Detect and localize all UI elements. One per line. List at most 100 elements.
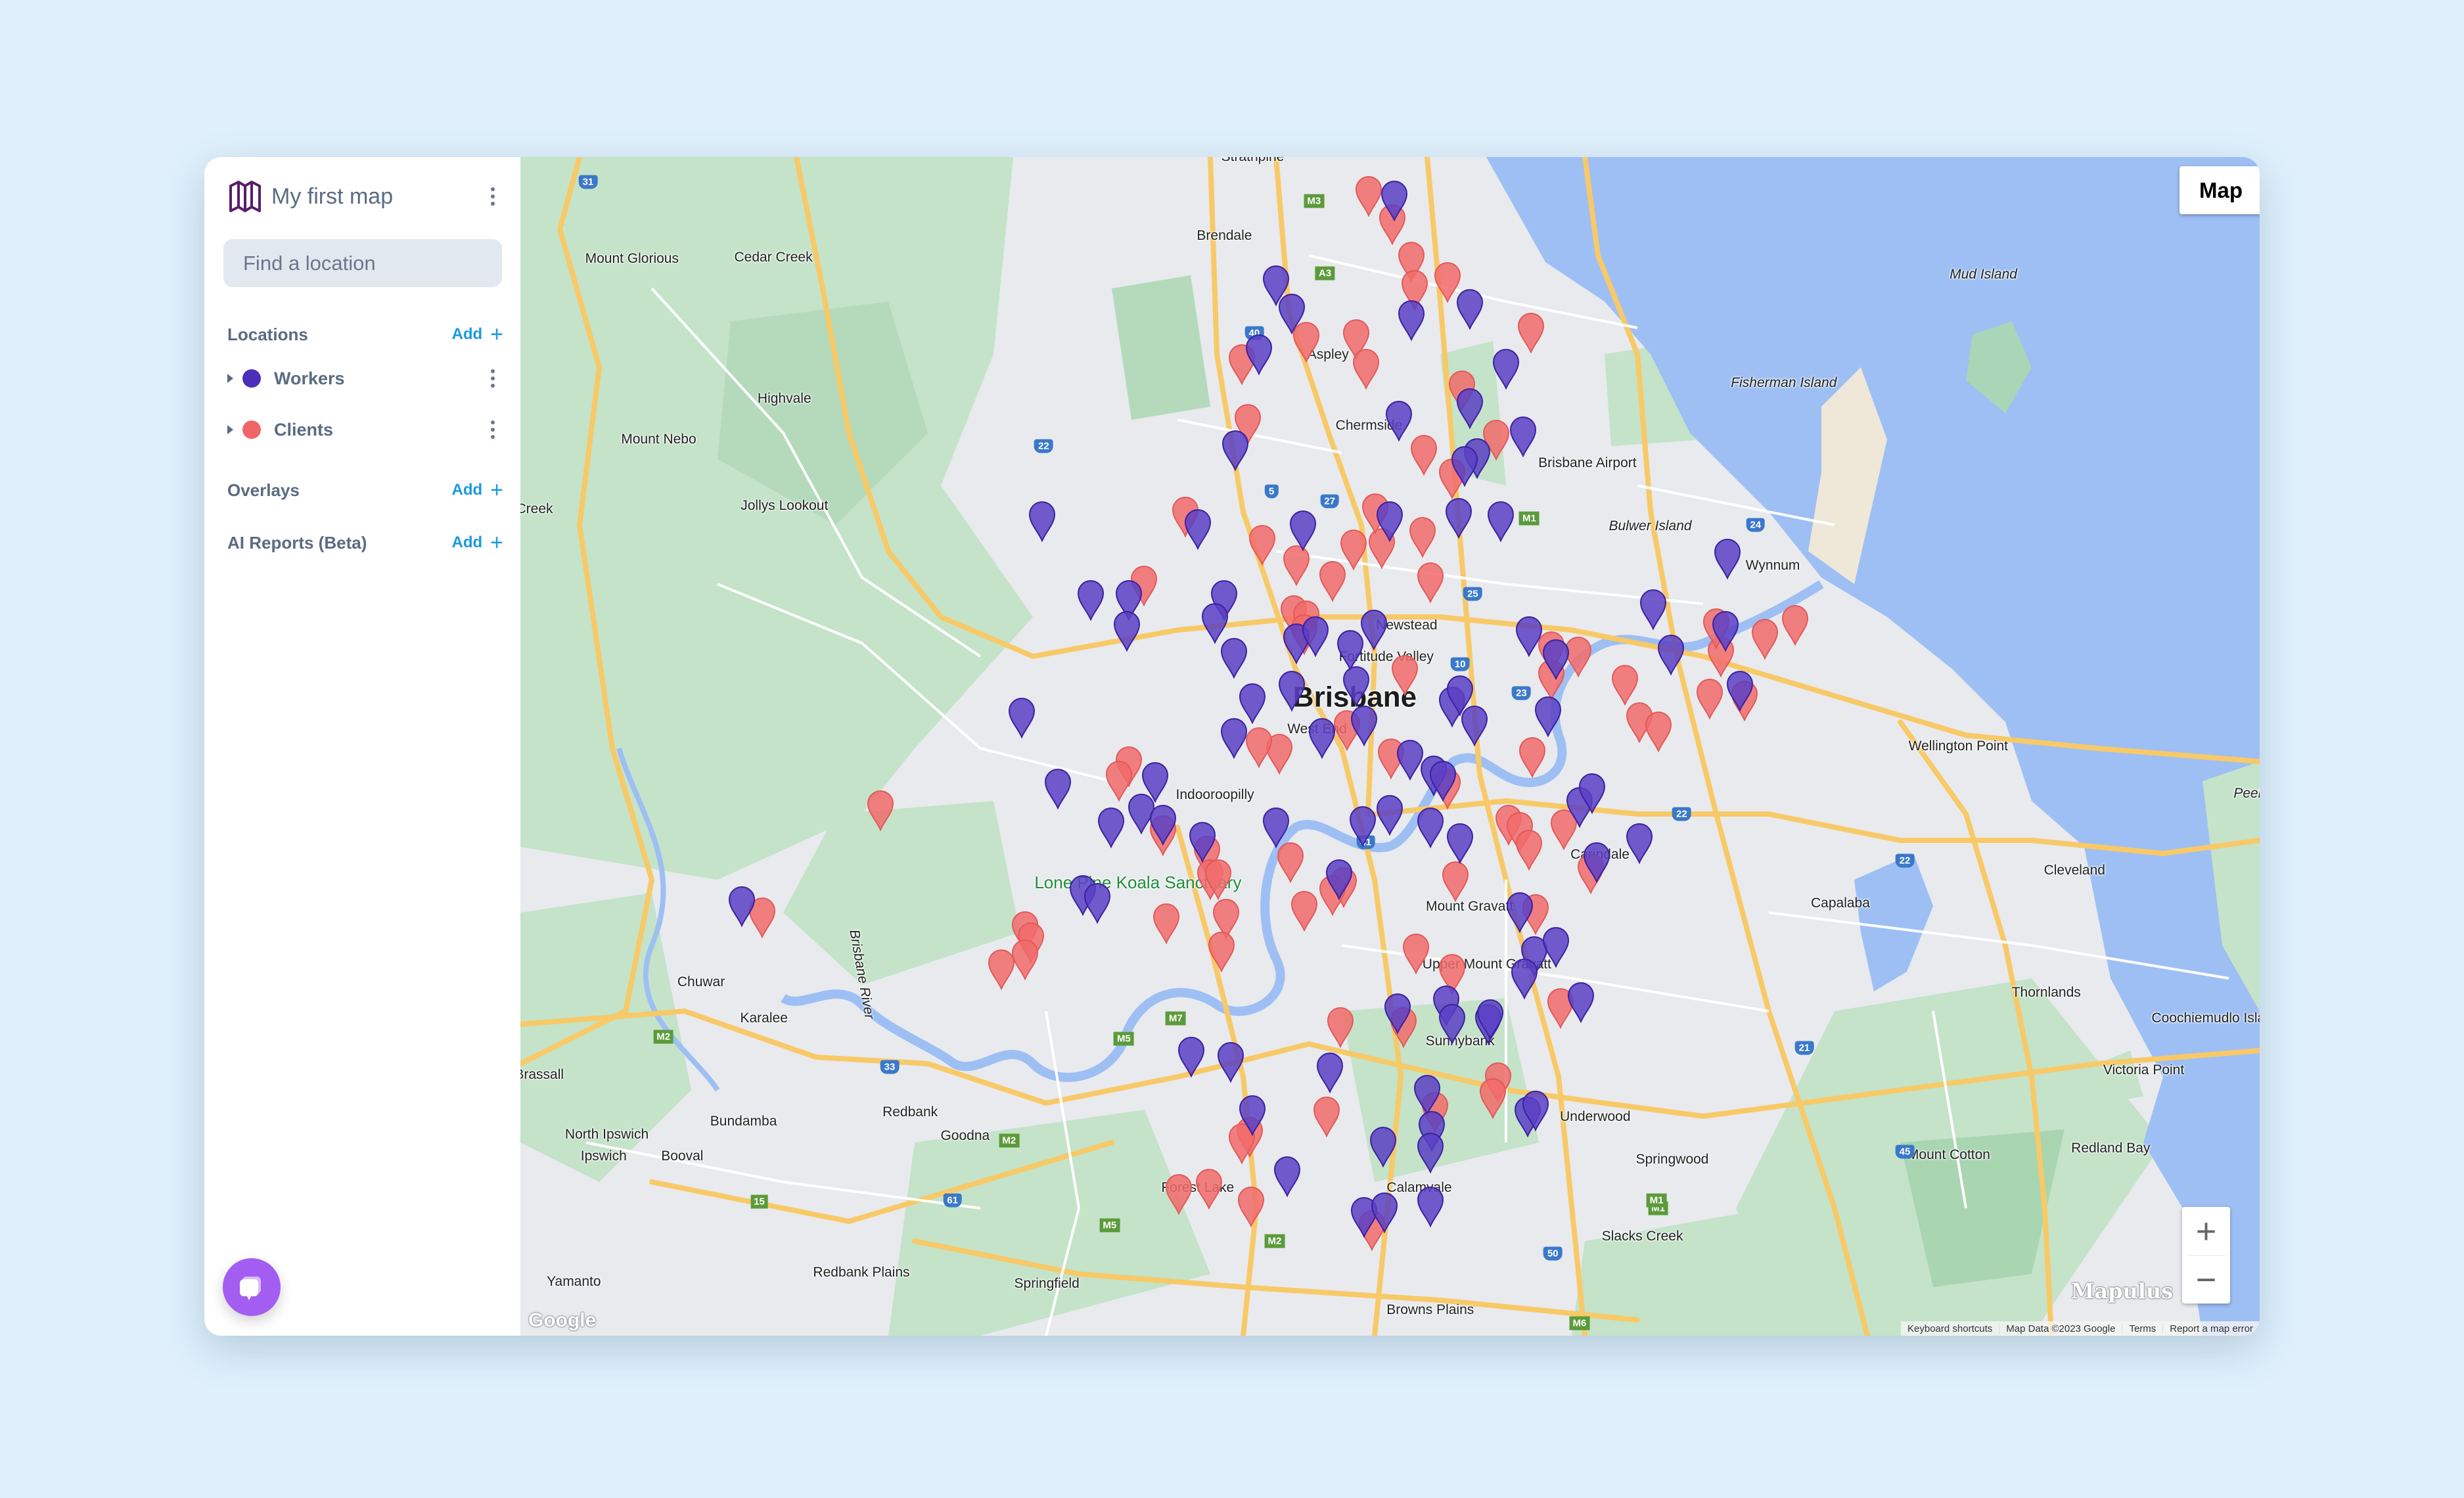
worker-marker[interactable] — [1375, 501, 1404, 542]
zoom-in-button[interactable]: + — [2182, 1207, 2230, 1255]
search-input[interactable] — [242, 250, 507, 276]
client-marker[interactable] — [1408, 516, 1437, 558]
worker-marker[interactable] — [1308, 718, 1336, 759]
worker-marker[interactable] — [1541, 639, 1570, 681]
worker-marker[interactable] — [1238, 1095, 1267, 1136]
worker-marker[interactable] — [727, 886, 756, 927]
worker-marker[interactable] — [1277, 671, 1306, 712]
client-marker[interactable] — [1416, 562, 1445, 604]
worker-marker[interactable] — [1639, 589, 1668, 630]
worker-marker[interactable] — [1725, 671, 1754, 712]
worker-marker[interactable] — [1416, 1186, 1445, 1227]
worker-marker[interactable] — [1450, 446, 1479, 488]
worker-marker[interactable] — [1112, 611, 1141, 652]
worker-marker[interactable] — [1428, 760, 1457, 802]
client-marker[interactable] — [1644, 712, 1673, 753]
client-marker[interactable] — [1750, 619, 1779, 660]
worker-marker[interactable] — [1438, 1004, 1467, 1045]
worker-marker[interactable] — [1188, 821, 1217, 863]
client-marker[interactable] — [1517, 313, 1545, 353]
worker-marker[interactable] — [1455, 289, 1484, 330]
client-marker[interactable] — [1478, 1078, 1507, 1119]
client-marker[interactable] — [866, 790, 895, 831]
worker-marker[interactable] — [1416, 1133, 1445, 1174]
client-marker[interactable] — [1402, 933, 1430, 974]
client-marker[interactable] — [1164, 1173, 1193, 1215]
worker-marker[interactable] — [1277, 294, 1306, 335]
worker-marker[interactable] — [1220, 638, 1248, 679]
client-marker[interactable] — [1244, 727, 1273, 769]
map-canvas[interactable]: Strathpine Brendale Mount Glorious Cedar Cr… — [520, 157, 2260, 1336]
worker-marker[interactable] — [1007, 697, 1036, 738]
worker-marker[interactable] — [1043, 768, 1072, 809]
worker-marker[interactable] — [1244, 334, 1273, 376]
worker-marker[interactable] — [1505, 892, 1534, 934]
worker-marker[interactable] — [1375, 795, 1404, 836]
expand-caret-icon[interactable] — [227, 374, 233, 383]
add-location-button[interactable]: Add + — [451, 323, 503, 346]
worker-marker[interactable] — [1713, 539, 1742, 580]
worker-marker[interactable] — [1221, 430, 1250, 472]
worker-marker[interactable] — [1509, 416, 1538, 457]
worker-marker[interactable] — [1083, 883, 1112, 924]
client-marker[interactable] — [987, 949, 1016, 990]
worker-marker[interactable] — [1534, 696, 1563, 737]
worker-marker[interactable] — [1566, 982, 1595, 1023]
worker-marker[interactable] — [1446, 823, 1474, 865]
client-marker[interactable] — [1352, 349, 1380, 390]
worker-marker[interactable] — [1097, 807, 1126, 849]
worker-marker[interactable] — [1384, 400, 1413, 442]
worker-marker[interactable] — [1076, 579, 1105, 621]
worker-marker[interactable] — [1149, 804, 1177, 846]
worker-marker[interactable] — [1510, 958, 1539, 999]
worker-marker[interactable] — [1342, 666, 1371, 708]
add-overlay-button[interactable]: Add + — [451, 479, 503, 501]
worker-marker[interactable] — [1444, 498, 1473, 539]
worker-marker[interactable] — [1711, 611, 1740, 652]
map-menu-button[interactable] — [483, 183, 503, 210]
workers-menu-button[interactable] — [483, 365, 503, 392]
worker-marker[interactable] — [1656, 635, 1685, 676]
map-type-map-button[interactable]: Map — [2179, 166, 2260, 214]
worker-marker[interactable] — [1370, 1192, 1399, 1234]
worker-marker[interactable] — [1369, 1126, 1398, 1168]
worker-marker[interactable] — [1383, 993, 1412, 1034]
worker-marker[interactable] — [1262, 807, 1290, 849]
client-marker[interactable] — [1518, 737, 1547, 778]
worker-marker[interactable] — [1397, 300, 1426, 341]
client-marker[interactable] — [1237, 1186, 1266, 1227]
client-marker[interactable] — [1390, 655, 1419, 696]
client-marker[interactable] — [1610, 664, 1639, 706]
terms-link[interactable]: Terms — [2122, 1323, 2162, 1334]
client-marker[interactable] — [1204, 859, 1233, 901]
worker-marker[interactable] — [1492, 349, 1520, 390]
worker-marker[interactable] — [1460, 705, 1489, 746]
client-marker[interactable] — [1781, 604, 1810, 646]
worker-marker[interactable] — [1177, 1037, 1206, 1078]
expand-caret-icon[interactable] — [227, 425, 233, 434]
worker-marker[interactable] — [1455, 388, 1484, 429]
clients-menu-button[interactable] — [483, 417, 503, 443]
map-title[interactable]: My first map — [271, 184, 393, 210]
zoom-out-button[interactable]: − — [2182, 1256, 2230, 1304]
client-marker[interactable] — [1441, 861, 1470, 902]
worker-marker[interactable] — [1289, 511, 1317, 552]
client-marker[interactable] — [1515, 829, 1543, 871]
worker-marker[interactable] — [1521, 1090, 1550, 1131]
worker-marker[interactable] — [1273, 1156, 1302, 1198]
client-marker[interactable] — [1326, 1007, 1355, 1049]
worker-marker[interactable] — [1582, 842, 1611, 883]
worker-marker[interactable] — [1541, 927, 1570, 968]
worker-marker[interactable] — [1380, 181, 1409, 222]
add-ai-report-button[interactable]: Add + — [451, 532, 503, 554]
worker-marker[interactable] — [1325, 859, 1354, 901]
worker-marker[interactable] — [1348, 806, 1377, 847]
worker-marker[interactable] — [1028, 501, 1057, 542]
worker-marker[interactable] — [1350, 705, 1379, 746]
client-marker[interactable] — [1290, 891, 1319, 932]
worker-marker[interactable] — [1220, 718, 1248, 759]
worker-marker[interactable] — [1486, 501, 1515, 542]
keyboard-shortcuts-link[interactable]: Keyboard shortcuts — [1901, 1323, 1999, 1334]
report-map-error-link[interactable]: Report a map error — [2162, 1323, 2260, 1334]
worker-marker[interactable] — [1625, 823, 1654, 865]
